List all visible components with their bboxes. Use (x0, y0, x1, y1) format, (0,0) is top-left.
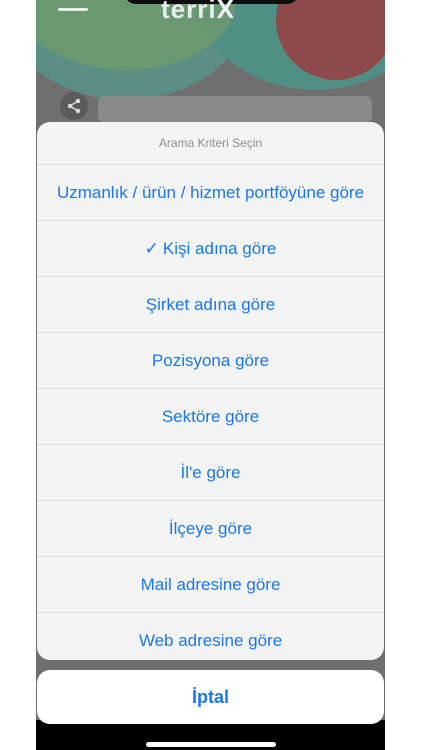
option-position[interactable]: Pozisyona göre (37, 333, 384, 389)
option-mail[interactable]: Mail adresine göre (37, 557, 384, 613)
app-logo: terriX (161, 0, 235, 24)
option-province[interactable]: İl'e göre (37, 445, 384, 501)
option-web[interactable]: Web adresine göre (37, 613, 384, 660)
option-label: Uzmanlık / ürün / hizmet portföyüne göre (56, 182, 365, 202)
option-expertise[interactable]: Uzmanlık / ürün / hizmet portföyüne göre (37, 165, 384, 221)
option-district[interactable]: İlçeye göre (37, 501, 384, 557)
sheet-title: Arama Kriteri Seçin (37, 122, 384, 165)
menu-icon[interactable] (58, 8, 88, 17)
share-icon (67, 98, 81, 114)
option-label: Pozisyona göre (151, 350, 270, 370)
home-indicator (146, 742, 276, 747)
option-label: Şirket adına göre (145, 294, 276, 314)
share-button[interactable] (60, 92, 88, 120)
option-label: Sektöre göre (161, 406, 260, 426)
search-input[interactable] (98, 96, 372, 122)
option-person-name[interactable]: ✓ Kişi adına göre (37, 221, 384, 277)
option-label: İl'e göre (180, 462, 241, 482)
cancel-button[interactable]: İptal (37, 670, 384, 724)
checkmark-icon: ✓ (144, 238, 159, 258)
option-label: Web adresine göre (138, 630, 283, 650)
search-criteria-sheet: Arama Kriteri Seçin Uzmanlık / ürün / hi… (37, 122, 384, 660)
option-label: Mail adresine göre (140, 574, 281, 594)
option-label: İlçeye göre (168, 518, 253, 538)
option-company-name[interactable]: Şirket adına göre (37, 277, 384, 333)
option-label: Kişi adına göre (162, 238, 277, 258)
option-sector[interactable]: Sektöre göre (37, 389, 384, 445)
